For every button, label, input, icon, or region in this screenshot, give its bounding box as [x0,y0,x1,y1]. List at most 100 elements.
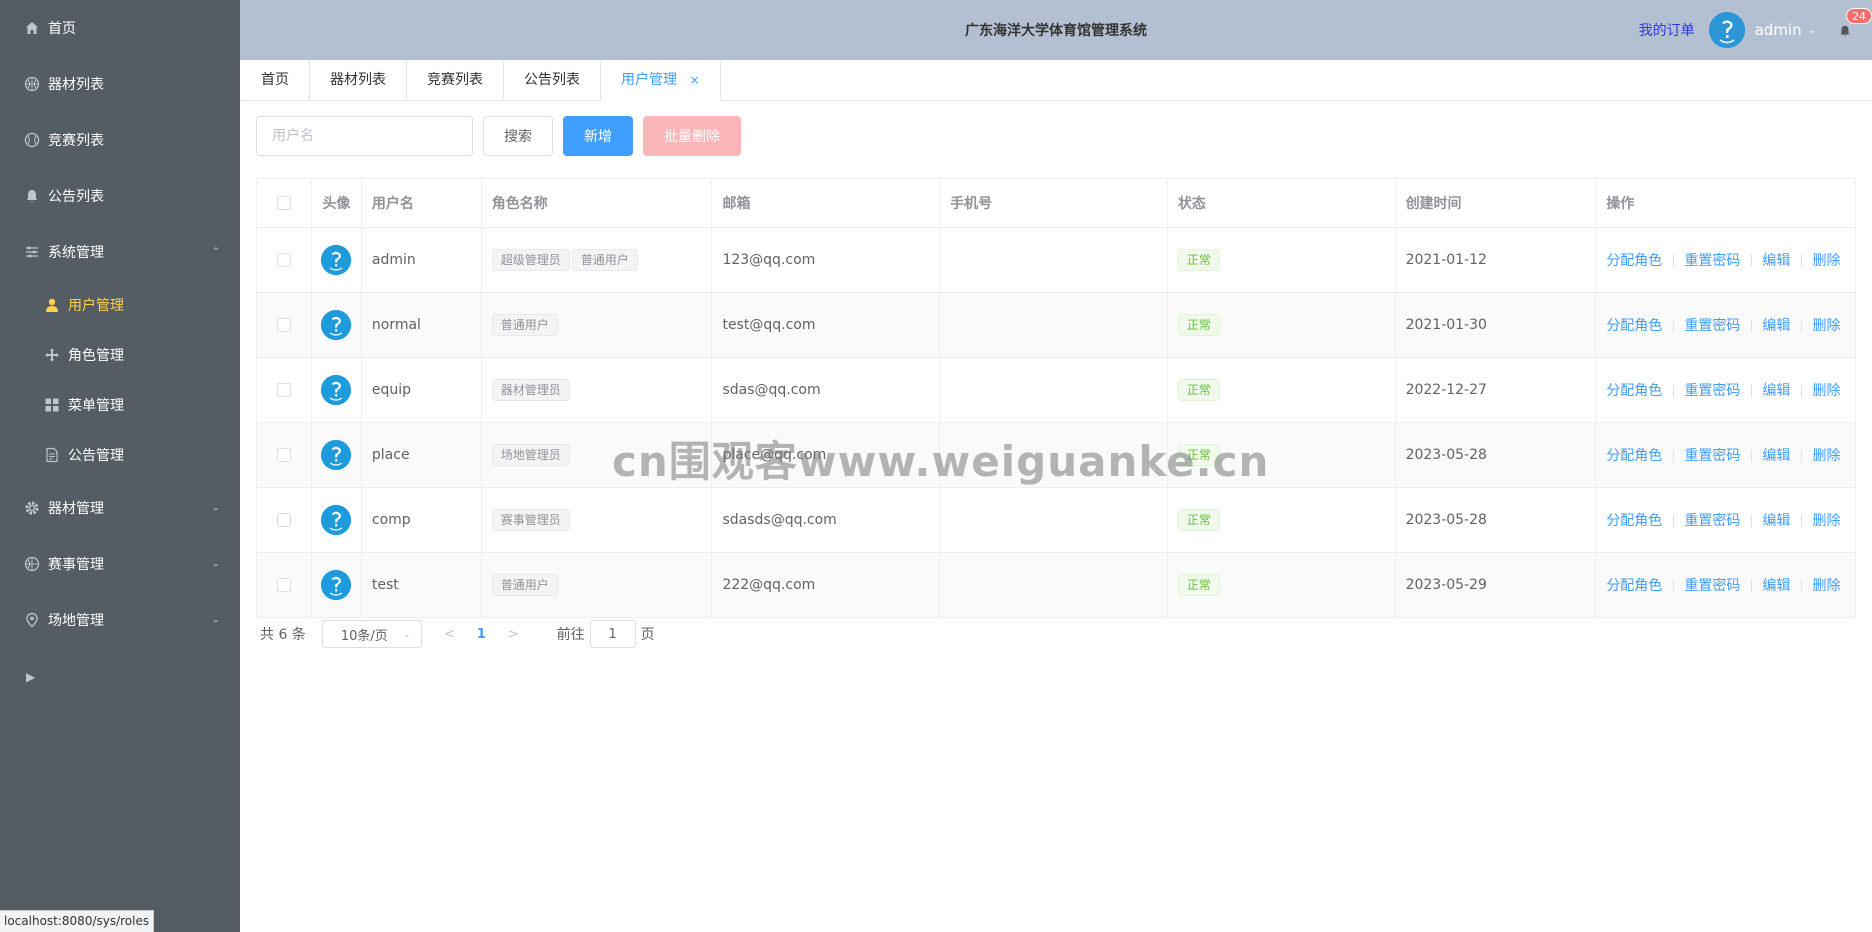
phone-cell [940,228,1168,292]
close-icon[interactable]: × [689,73,699,87]
edit-link[interactable]: 编辑 [1762,510,1790,530]
row-actions: 分配角色 | 重置密码 | 编辑 | 删除 [1606,510,1840,530]
username-cell: test [362,553,482,617]
tab-user-management[interactable]: 用户管理 × [601,60,721,101]
sidebar-subitem-menu-management[interactable]: 菜单管理 [0,380,240,430]
notification-bell-icon[interactable]: 24 [1838,8,1872,40]
select-cell [257,488,312,552]
reset-password-link[interactable]: 重置密码 [1684,575,1740,595]
roles-cell: 赛事管理员 [482,488,713,552]
edit-link[interactable]: 编辑 [1762,575,1790,595]
delete-link[interactable]: 删除 [1812,575,1840,595]
row-checkbox[interactable] [276,318,291,332]
assign-role-link[interactable]: 分配角色 [1606,380,1662,400]
reset-password-link[interactable]: 重置密码 [1684,315,1740,335]
table-row: comp 赛事管理员 sdasds@qq.com 正常 2023-05-28 分配角色 | 重… [257,488,1855,553]
assign-role-link[interactable]: 分配角色 [1606,315,1662,335]
delete-link[interactable]: 删除 [1812,250,1840,270]
assign-role-link[interactable]: 分配角色 [1606,445,1662,465]
sidebar-subitem-notice-management[interactable]: 公告管理 [0,430,240,480]
delete-link[interactable]: 删除 [1812,315,1840,335]
reset-password-link[interactable]: 重置密码 [1684,445,1740,465]
search-input[interactable] [256,116,473,156]
select-all-checkbox[interactable] [276,196,291,210]
next-page-icon[interactable]: > [508,627,519,642]
assign-role-link[interactable]: 分配角色 [1606,250,1662,270]
role-tag: 超级管理员 [491,249,570,271]
delete-link[interactable]: 删除 [1812,445,1840,465]
tab-notice-list[interactable]: 公告列表 [504,60,601,101]
delete-link[interactable]: 删除 [1812,380,1840,400]
sidebar-item-venue-management[interactable]: 场地管理 ⌄ [0,592,240,648]
table-row: admin 超级管理员 普通用户 123@qq.com 正常 2021-01-12 分配角色… [257,228,1855,293]
sidebar-subitem-role-management[interactable]: 角色管理 [0,330,240,380]
role-tag: 赛事管理员 [491,509,570,531]
sidebar-item-home[interactable]: 首页 [0,0,240,56]
row-actions: 分配角色 | 重置密码 | 编辑 | 删除 [1606,380,1840,400]
assign-role-link[interactable]: 分配角色 [1606,510,1662,530]
avatar [321,245,352,275]
user-table: 头像 用户名 角色名称 邮箱 手机号 状态 创建时间 操作 admin 超级管理员… [256,178,1856,618]
page-size-select[interactable]: 10条/页 ⌄ [321,620,422,648]
sidebar-item-label: 器材列表 [48,77,104,93]
assign-role-link[interactable]: 分配角色 [1606,575,1662,595]
goto-page-input[interactable] [589,620,636,648]
avatar-cell [312,228,362,292]
reset-password-link[interactable]: 重置密码 [1684,510,1740,530]
role-tag: 器材管理员 [491,379,570,401]
avatar-cell [312,488,362,552]
search-button[interactable]: 搜索 [483,116,553,156]
sidebar-item-equipment-list[interactable]: 器材列表 [0,56,240,112]
row-checkbox[interactable] [276,513,291,527]
user-icon [44,297,60,313]
edit-link[interactable]: 编辑 [1762,380,1790,400]
email-cell: test@qq.com [712,293,941,357]
avatar-cell [312,553,362,617]
row-checkbox[interactable] [276,383,291,397]
sidebar-item-label: 赛事管理 [48,557,104,573]
actions-cell: 分配角色 | 重置密码 | 编辑 | 删除 [1596,358,1855,422]
row-checkbox[interactable] [276,578,291,592]
row-checkbox[interactable] [276,448,291,462]
delete-link[interactable]: 删除 [1812,510,1840,530]
email-cell: sdas@qq.com [712,358,941,422]
chevron-down-icon: ⌄ [402,628,411,640]
phone-cell [940,423,1168,487]
user-dropdown[interactable]: admin ⌄ [1755,21,1816,39]
notification-badge: 24 [1846,8,1872,24]
sidebar-item-competition-list[interactable]: 竞赛列表 [0,112,240,168]
tab-home[interactable]: 首页 [241,60,310,101]
collapse-sidebar-icon[interactable]: ▶ [26,670,35,684]
avatar[interactable] [1708,12,1745,48]
reset-password-link[interactable]: 重置密码 [1684,380,1740,400]
tab-equipment-list[interactable]: 器材列表 [310,60,407,101]
reset-password-link[interactable]: 重置密码 [1684,250,1740,270]
my-orders-link[interactable]: 我的订单 [1639,20,1695,40]
edit-link[interactable]: 编辑 [1762,250,1790,270]
tab-competition-list[interactable]: 竞赛列表 [407,60,504,101]
sidebar-item-notice-list[interactable]: 公告列表 [0,168,240,224]
add-button[interactable]: 新增 [563,116,633,156]
sidebar-subitem-user-management[interactable]: 用户管理 [0,280,240,330]
roles-cell: 普通用户 [482,293,713,357]
edit-link[interactable]: 编辑 [1762,315,1790,335]
chevron-up-icon: ⌃ [211,246,220,258]
sidebar: 首页 器材列表 竞赛列表 公告列表 系统管理 ⌃ 用户管理 角色管理 菜单管理 … [0,0,240,932]
username-cell: equip [362,358,482,422]
page-number[interactable]: 1 [477,627,486,642]
sidebar-item-system-management[interactable]: 系统管理 ⌃ [0,224,240,280]
column-header: 创建时间 [1396,179,1597,227]
sidebar-item-event-management[interactable]: 赛事管理 ⌄ [0,536,240,592]
divider: | [1749,318,1754,332]
email-cell: 123@qq.com [712,228,941,292]
divider: | [1671,253,1676,267]
sidebar-item-equipment-management[interactable]: 器材管理 ⌄ [0,480,240,536]
prev-page-icon[interactable]: < [444,627,455,642]
created-cell: 2022-12-27 [1396,358,1597,422]
status-badge: 正常 [1177,574,1220,596]
row-checkbox[interactable] [276,253,291,267]
edit-link[interactable]: 编辑 [1762,445,1790,465]
column-header: 操作 [1606,196,1635,212]
setting-icon [24,500,40,516]
status-badge: 正常 [1177,379,1220,401]
